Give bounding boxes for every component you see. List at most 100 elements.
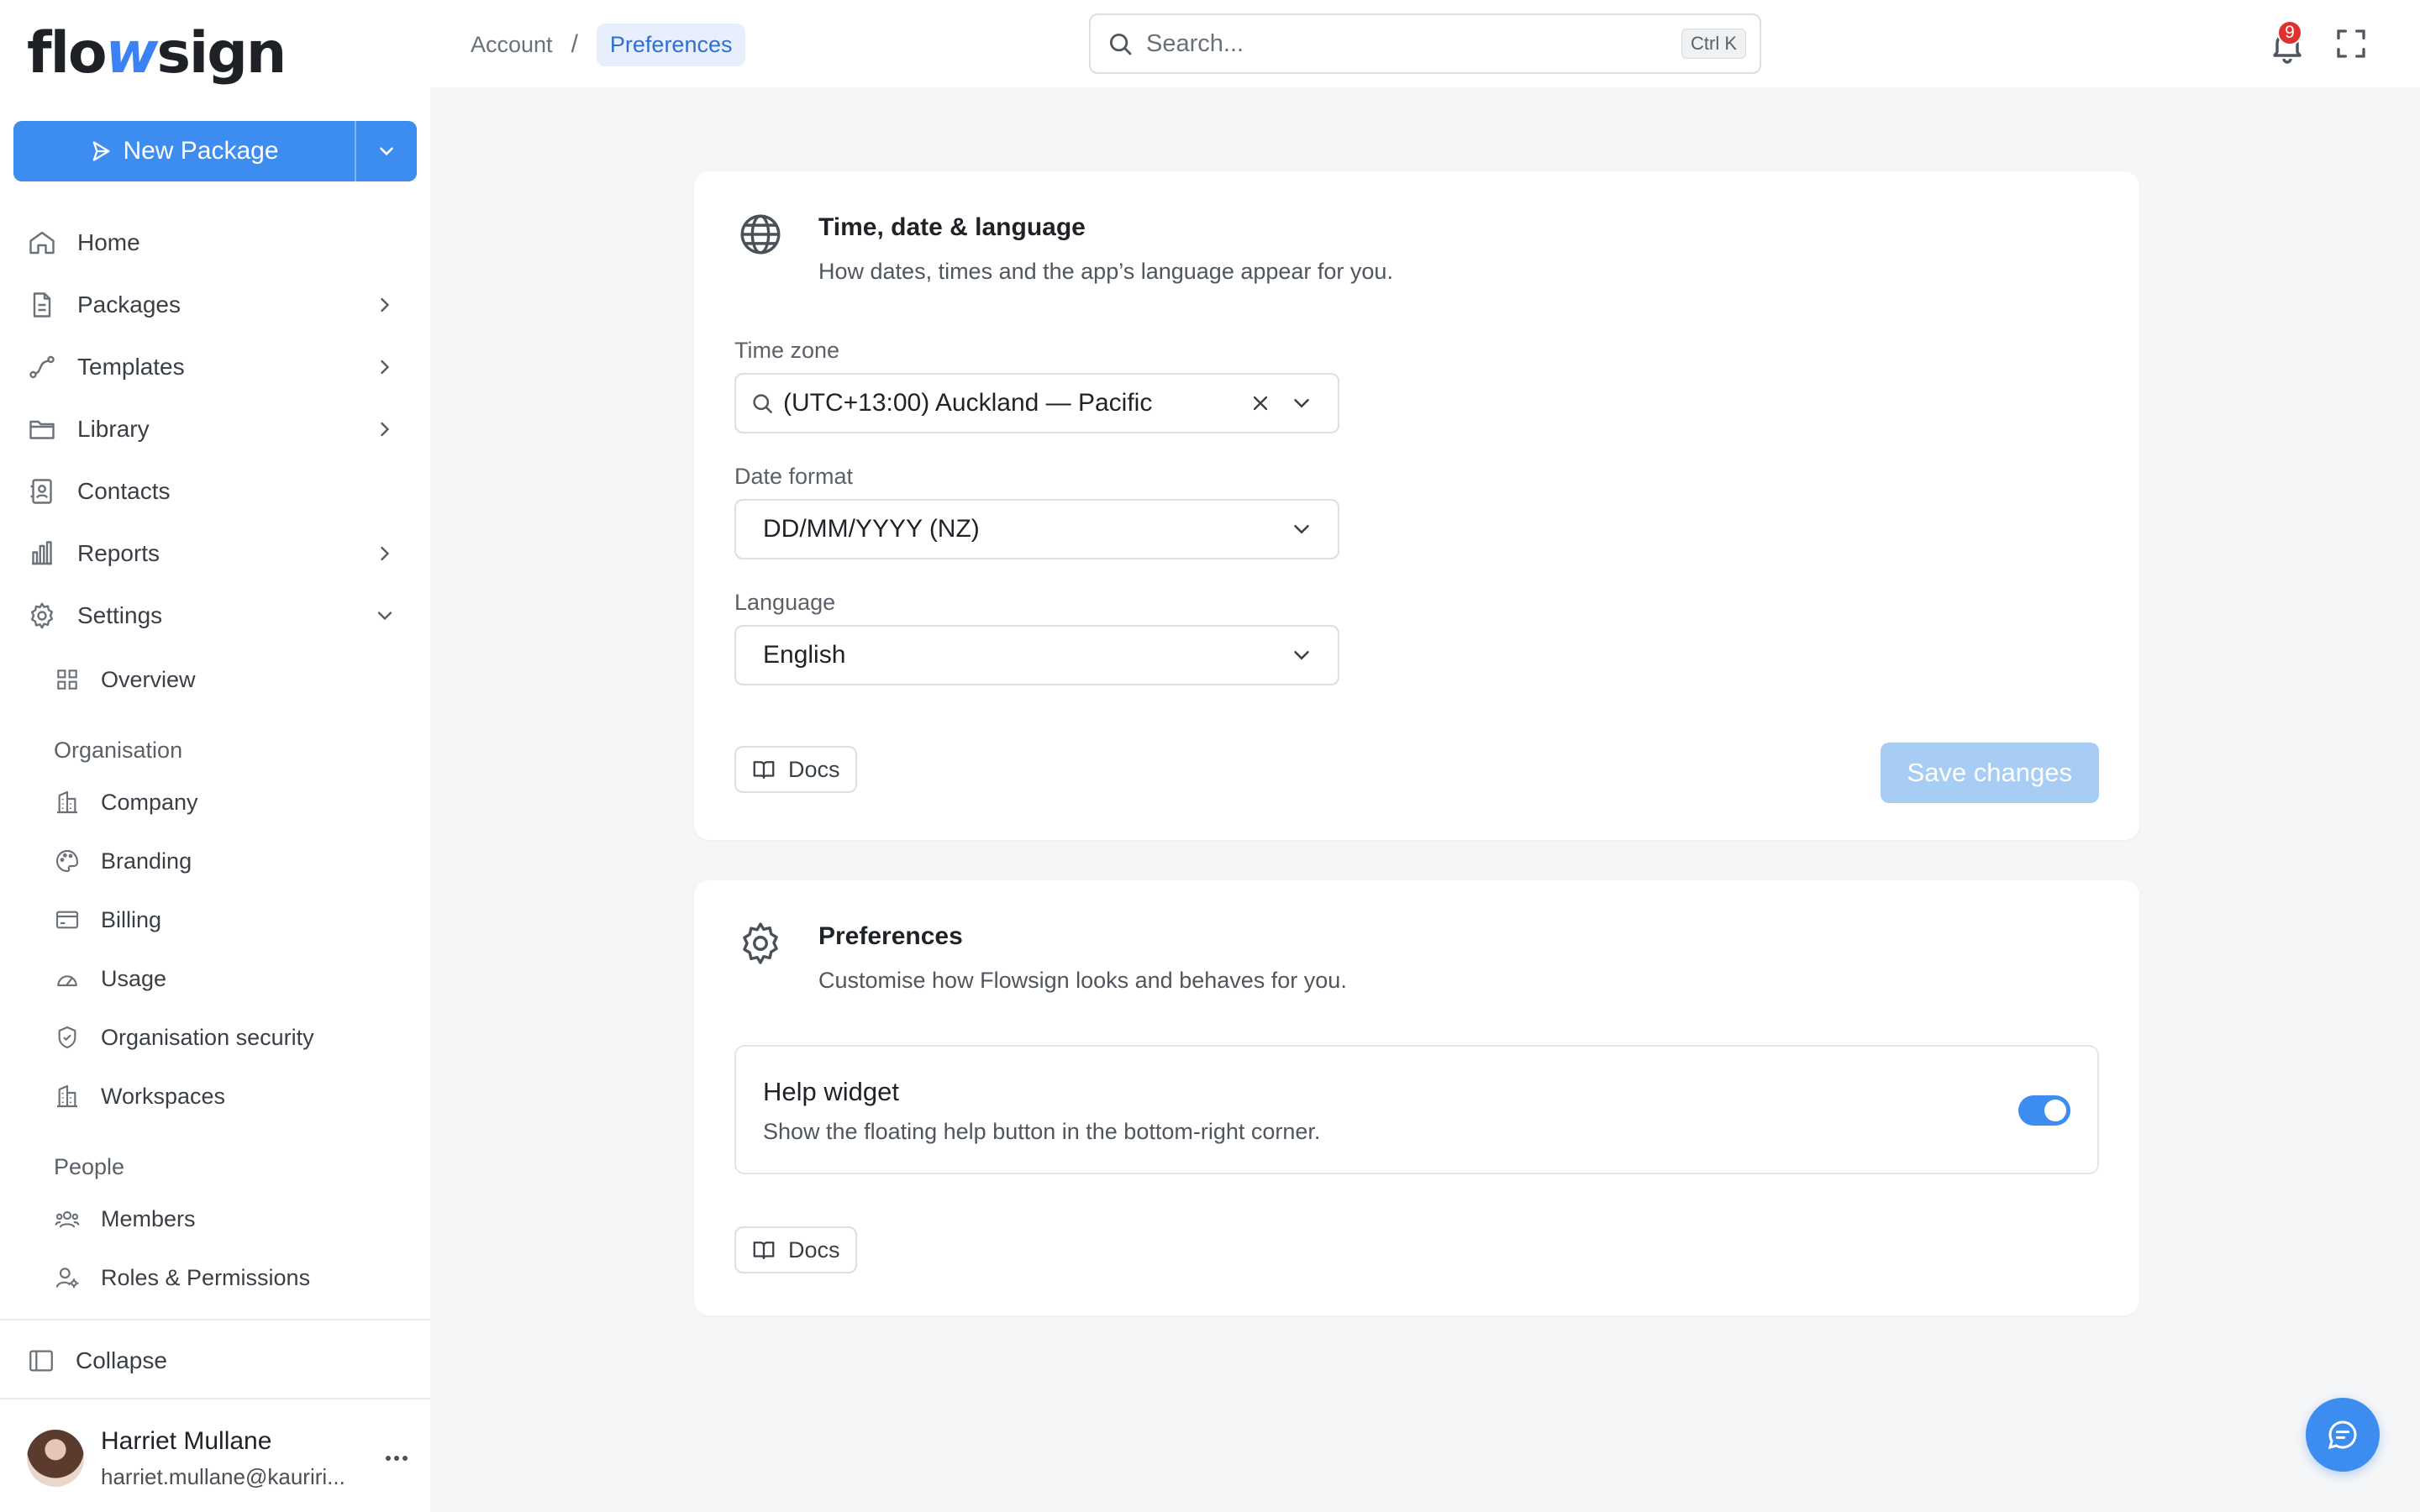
nav-label-settings: Settings: [77, 602, 163, 628]
collapse-label: Collapse: [76, 1347, 167, 1373]
users-icon: [55, 1210, 80, 1228]
help-widget-toggle[interactable]: [2018, 1095, 2070, 1126]
new-package-split-button: New Package: [13, 121, 417, 181]
sidebar-item-company[interactable]: Company: [0, 773, 430, 832]
chevron-down-icon: [380, 147, 393, 156]
sidebar-item-label: Billing: [101, 906, 162, 932]
date-format-select[interactable]: DD/MM/YYYY (NZ): [734, 499, 1339, 559]
language-label: Language: [734, 590, 836, 615]
chevron-down-icon: [1294, 399, 1309, 408]
card-subtitle: How dates, times and the app’s language …: [818, 259, 1393, 284]
global-search[interactable]: Ctrl K: [1089, 13, 1761, 74]
date-format-value: DD/MM/YYYY (NZ): [763, 515, 980, 543]
nav-item-library[interactable]: Library: [0, 398, 430, 460]
new-package-menu-button[interactable]: [356, 121, 417, 181]
nav-item-templates[interactable]: Templates: [0, 336, 430, 398]
sidebar-item-usage[interactable]: Usage: [0, 949, 430, 1008]
sidebar-item-overview[interactable]: Overview: [0, 650, 430, 709]
sidebar-item-roles-permissions[interactable]: Roles & Permissions: [0, 1248, 430, 1307]
user-email: harriet.mullane@kauriri...: [101, 1463, 345, 1489]
search-icon: [753, 394, 772, 413]
sidebar-item-members[interactable]: Members: [0, 1189, 430, 1248]
settings-subnav-top: Overview: [0, 650, 430, 709]
building-icon: [57, 1084, 77, 1108]
language-select[interactable]: English: [734, 625, 1339, 685]
new-package-button[interactable]: New Package: [13, 121, 355, 181]
chevron-right-icon: [381, 422, 390, 437]
chevron-down-icon: [1294, 525, 1309, 534]
sidebar-item-billing[interactable]: Billing: [0, 890, 430, 949]
shield-check-icon: [58, 1026, 76, 1049]
nav-item-settings[interactable]: Settings: [0, 585, 430, 647]
sidebar-item-label: Overview: [101, 666, 196, 692]
breadcrumb-preferences[interactable]: Preferences: [596, 23, 746, 66]
nav-label-home: Home: [77, 229, 140, 255]
help-widget-setting: Help widget Show the floating help butto…: [734, 1045, 2099, 1174]
date-format-label: Date format: [734, 464, 854, 489]
card-title: Time, date & language: [818, 213, 1086, 241]
sidebar-panel-icon: [29, 1350, 53, 1372]
sidebar-item-branding[interactable]: Branding: [0, 832, 430, 890]
docs-button[interactable]: Docs: [734, 1226, 857, 1273]
search-input[interactable]: [1146, 29, 1681, 58]
nav-item-reports[interactable]: Reports: [0, 522, 430, 585]
user-info: Harriet Mullane harriet.mullane@kauriri.…: [101, 1427, 380, 1490]
book-open-icon: [753, 1242, 775, 1260]
flowsign-logo[interactable]: flowsign: [27, 20, 287, 87]
nav-item-home[interactable]: Home: [0, 212, 430, 274]
help-chat-button[interactable]: [2306, 1398, 2380, 1472]
grid-icon: [57, 669, 77, 690]
nav-label-packages: Packages: [77, 291, 181, 318]
clear-icon[interactable]: [1249, 391, 1272, 415]
home-icon: [29, 231, 55, 255]
chevron-right-icon: [381, 546, 390, 561]
sidebar: flowsign New Package Home Packages Templ…: [0, 0, 430, 1512]
main-nav: Home Packages Templates Library Contacts…: [0, 212, 430, 647]
chevron-down-icon: [377, 612, 392, 621]
user-name: Harriet Mullane: [101, 1426, 272, 1455]
card-header: Time, date & language How dates, times a…: [736, 210, 1393, 285]
topbar: Account / Preferences Ctrl K 9: [430, 0, 2420, 87]
sidebar-item-label: Usage: [101, 965, 167, 991]
document-icon: [33, 292, 51, 318]
timezone-select[interactable]: (UTC+13:00) Auckland — Pacific: [734, 373, 1339, 433]
gauge-icon: [57, 975, 77, 987]
chevron-down-icon: [1294, 651, 1309, 660]
book-open-icon: [753, 761, 775, 780]
card-header: Preferences Customise how Flowsign looks…: [736, 919, 1347, 994]
search-shortcut-badge: Ctrl K: [1681, 29, 1746, 59]
avatar: [27, 1430, 84, 1487]
nav-label-templates: Templates: [77, 354, 185, 380]
user-menu[interactable]: Harriet Mullane harriet.mullane@kauriri.…: [27, 1425, 413, 1492]
gear-icon: [743, 922, 778, 964]
docs-label: Docs: [788, 1236, 840, 1263]
logo-text: flowsign: [27, 19, 287, 87]
save-changes-button[interactable]: Save changes: [1880, 743, 2099, 803]
chat-bubble-icon: [2328, 1420, 2357, 1450]
divider: [0, 1319, 430, 1320]
timezone-label: Time zone: [734, 338, 840, 363]
sidebar-item-label: Organisation security: [101, 1024, 314, 1050]
sidebar-item-label: Branding: [101, 848, 192, 874]
nav-item-packages[interactable]: Packages: [0, 274, 430, 336]
sidebar-item-label: Workspaces: [101, 1083, 226, 1109]
nav-label-library: Library: [77, 416, 150, 442]
group-label-people: People: [54, 1154, 125, 1179]
collapse-sidebar-button[interactable]: Collapse: [27, 1337, 167, 1384]
sidebar-item-organisation-security[interactable]: Organisation security: [0, 1008, 430, 1067]
nav-item-contacts[interactable]: Contacts: [0, 460, 430, 522]
sidebar-item-workspaces[interactable]: Workspaces: [0, 1067, 430, 1126]
route-icon: [29, 355, 55, 379]
language-value: English: [763, 641, 846, 669]
chevron-right-icon: [381, 297, 390, 312]
sidebar-item-label: Roles & Permissions: [101, 1264, 311, 1290]
settings-subnav-people: Members Roles & Permissions: [0, 1189, 430, 1307]
divider: [0, 1398, 430, 1399]
search-icon: [1109, 33, 1132, 55]
notification-count-badge: 9: [2277, 20, 2302, 45]
more-icon[interactable]: [380, 1441, 413, 1475]
help-widget-description: Show the floating help button in the bot…: [763, 1119, 1321, 1144]
breadcrumb-account[interactable]: Account: [471, 32, 553, 58]
docs-button[interactable]: Docs: [734, 746, 857, 793]
fullscreen-icon[interactable]: [2334, 27, 2368, 60]
